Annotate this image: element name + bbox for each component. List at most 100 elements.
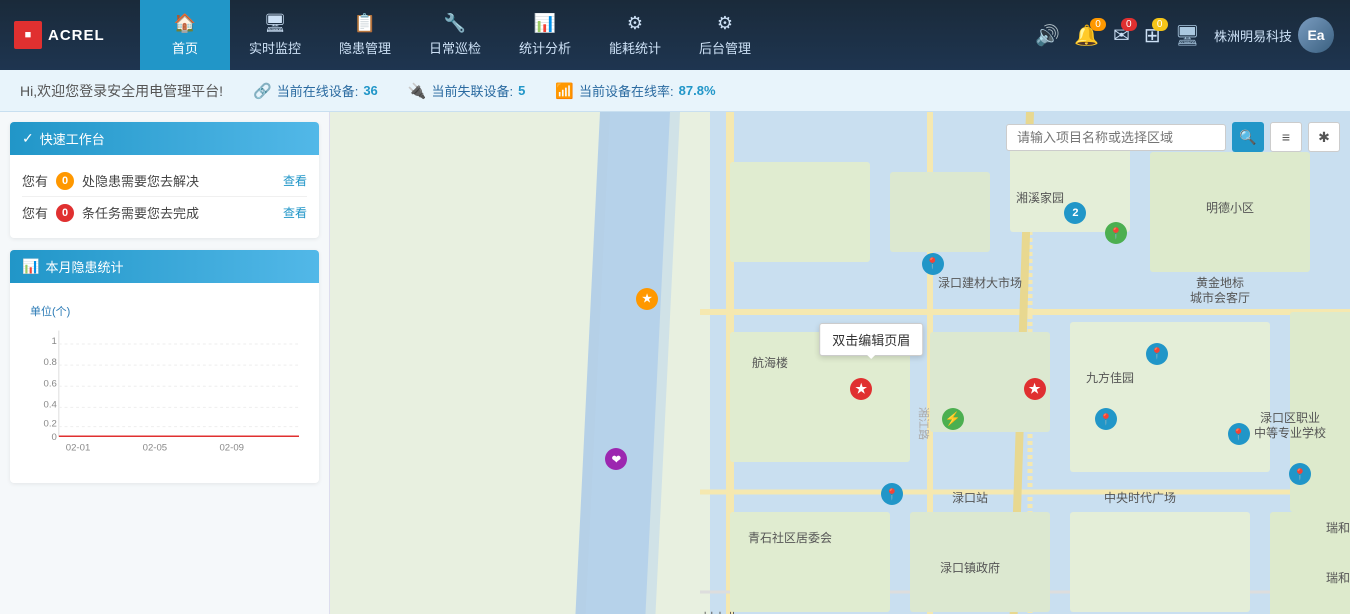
svg-text:航海楼: 航海楼 [752,355,788,370]
workbench-title: 快速工作台 [40,129,105,148]
nav-item-patrol[interactable]: 🔧 日常巡检 [410,0,500,70]
clipboard-icon: 📋 [354,13,376,34]
chart-svg: 1 0.8 0.6 0.4 0.2 0 02-01 02-05 [30,323,299,463]
navbar: ■ ACREL 🏠 首页 🖥 实时监控 📋 隐患管理 🔧 日常巡检 📊 统计分析… [0,0,1350,70]
nav-label-realtime: 实时监控 [249,38,301,57]
svg-text:湘溪家园: 湘溪家园 [1016,190,1064,205]
map-search-button[interactable]: 🔍 [1232,122,1264,152]
offline-icon: 🔌 [408,82,427,100]
nav-item-backend[interactable]: ⚙ 后台管理 [680,0,770,70]
workbench-widget: ✓ 快速工作台 您有 0 处隐患需要您去解决 查看 您有 0 条任务需要您去完成… [10,122,319,238]
svg-text:九方佳园: 九方佳园 [1086,370,1134,385]
chart-icon: 📊 [534,13,556,34]
hazard-stats-widget: 📊 本月隐患统计 单位(个) 1 0.8 [10,250,319,483]
nav-item-stats[interactable]: 📊 统计分析 [500,0,590,70]
svg-text:瑞和大厦: 瑞和大厦 [1326,521,1350,535]
grid-badge: 0 [1152,18,1168,31]
svg-text:渌口镇政府: 渌口镇政府 [940,560,1000,575]
logo-icon: ■ [14,21,42,49]
desktop-icon[interactable]: 🖥 [1175,23,1200,48]
home-icon: 🏠 [174,13,196,34]
svg-text:城市会客厅: 城市会客厅 [1190,290,1250,305]
rate-label: 当前设备在线率: [579,81,674,100]
map-toolbar: 🔍 ≡ ✱ [1006,122,1340,152]
online-count: 36 [363,83,377,98]
grid-button[interactable]: ⊞ 0 [1144,23,1161,48]
hazard-stats-icon: 📊 [22,258,39,275]
online-icon: 🔗 [253,82,272,100]
status-bar: Hi,欢迎您登录安全用电管理平台! 🔗 当前在线设备: 36 🔌 当前失联设备:… [0,70,1350,112]
row2-badge: 0 [56,204,74,222]
map-search-input[interactable] [1006,124,1226,151]
nav-item-realtime[interactable]: 🖥 实时监控 [230,0,320,70]
workbench-row-1: 您有 0 处隐患需要您去解决 查看 [22,165,307,197]
workbench-header-icon: ✓ [22,130,34,147]
svg-text:0.4: 0.4 [44,399,58,410]
nav-label-energy: 能耗统计 [609,38,661,57]
nav-item-hazard[interactable]: 📋 隐患管理 [320,0,410,70]
svg-text:02-09: 02-09 [219,443,244,454]
svg-text:1: 1 [52,336,57,347]
nav-label-patrol: 日常巡检 [429,38,481,57]
settings-icon: ⚙ [717,13,733,34]
row1-suffix: 处隐患需要您去解决 [82,171,199,190]
workbench-header: ✓ 快速工作台 [10,122,319,155]
chart-unit-label: 单位(个) [30,303,299,319]
svg-text:渌口建材大市场: 渌口建材大市场 [938,275,1022,290]
svg-text:渌口区职业: 渌口区职业 [1260,410,1320,425]
svg-text:中央时代广场: 中央时代广场 [1104,490,1176,505]
mail-badge: 0 [1121,18,1137,31]
nav-right: 🔊 🔔 0 ✉ 0 ⊞ 0 🖥 株洲明易科技 Ea [1035,17,1350,53]
bell-badge: 0 [1090,18,1106,31]
map-star-button[interactable]: ✱ [1308,122,1340,152]
svg-text:0.2: 0.2 [44,419,57,430]
nav-label-home: 首页 [172,38,198,57]
map-background[interactable]: 湘溪家园 明德小区 渌口建材大市场 黄金地标 城市会客厅 九方佳园 渌口站 中央… [330,112,1350,614]
monitor-icon: 🖥 [264,13,287,34]
mail-button[interactable]: ✉ 0 [1113,23,1130,48]
svg-text:明德小区: 明德小区 [1206,200,1254,215]
search-icon: 🔍 [1239,129,1256,146]
nav-item-energy[interactable]: ⚙ 能耗统计 [590,0,680,70]
nav-label-backend: 后台管理 [699,38,751,57]
grid-icon: ≡ [1282,129,1290,145]
online-label: 当前在线设备: [277,81,359,100]
map-tooltip[interactable]: 双击编辑页眉 [819,323,923,356]
chart-container: 单位(个) 1 0.8 0.6 0.4 [22,293,307,473]
nav-label-hazard: 隐患管理 [339,38,391,57]
volume-icon[interactable]: 🔊 [1035,23,1060,48]
row1-badge: 0 [56,172,74,190]
workbench-body: 您有 0 处隐患需要您去解决 查看 您有 0 条任务需要您去完成 查看 [10,155,319,238]
nav-item-home[interactable]: 🏠 首页 [140,0,230,70]
row2-suffix: 条任务需要您去完成 [82,203,199,222]
row1-link[interactable]: 查看 [283,172,307,189]
welcome-text: Hi,欢迎您登录安全用电管理平台! [20,81,223,101]
map-area: 🔍 ≡ ✱ 双击编辑页眉 [330,112,1350,614]
bell-button[interactable]: 🔔 0 [1074,23,1099,48]
online-devices: 🔗 当前在线设备: 36 [253,81,378,100]
offline-label: 当前失联设备: [431,81,513,100]
star-icon: ✱ [1318,129,1330,146]
main-content: ✓ 快速工作台 您有 0 处隐患需要您去解决 查看 您有 0 条任务需要您去完成… [0,112,1350,614]
online-rate: 📶 当前设备在线率: 87.8% [555,81,715,100]
row2-prefix: 您有 [22,203,48,222]
svg-text:0: 0 [52,432,57,443]
energy-icon: ⚙ [627,13,643,34]
avatar: Ea [1298,17,1334,53]
user-area[interactable]: 株洲明易科技 Ea [1214,17,1334,53]
row2-link[interactable]: 查看 [283,204,307,221]
nav-items: 🏠 首页 🖥 实时监控 📋 隐患管理 🔧 日常巡检 📊 统计分析 ⚙ 能耗统计 … [140,0,770,70]
map-grid-button[interactable]: ≡ [1270,122,1302,152]
row1-prefix: 您有 [22,171,48,190]
svg-text:中等专业学校: 中等专业学校 [1254,425,1326,440]
workbench-row-2: 您有 0 条任务需要您去完成 查看 [22,197,307,228]
rate-icon: 📶 [555,82,574,100]
tooltip-text: 双击编辑页眉 [832,333,910,348]
svg-text:渌口站: 渌口站 [952,490,988,505]
hazard-stats-header: 📊 本月隐患统计 [10,250,319,283]
svg-text:青石社区居委会: 青石社区居委会 [748,530,832,545]
hazard-stats-title: 本月隐患统计 [45,257,123,276]
logo-area: ■ ACREL [0,21,140,49]
svg-text:黄金地标: 黄金地标 [1196,275,1244,290]
logo-text: ACREL [48,27,105,44]
